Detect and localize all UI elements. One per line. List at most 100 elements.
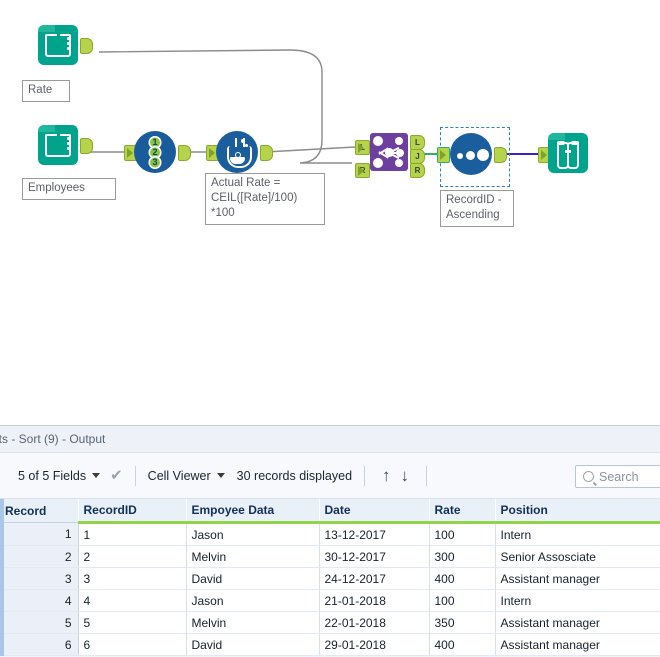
chevron-down-icon[interactable] — [92, 473, 101, 478]
cell-record: 5 — [0, 611, 79, 634]
cell-record: 3 — [0, 567, 79, 590]
join-icon — [370, 133, 408, 171]
cell-date[interactable]: 21-01-2018 — [319, 589, 430, 612]
toolbar-divider — [364, 465, 366, 486]
input-data-icon — [38, 125, 78, 165]
cell-employee-data[interactable]: Melvin — [186, 545, 320, 568]
tool-employees-input[interactable] — [38, 125, 93, 165]
cell-recordid[interactable]: 4 — [78, 589, 187, 612]
annotation-formula: Actual Rate = CEIL([Rate]/100) *100 — [205, 173, 325, 225]
output-anchor[interactable] — [80, 138, 93, 154]
cell-rate[interactable]: 100 — [429, 589, 496, 612]
cell-rate[interactable]: 400 — [429, 633, 496, 656]
row-selection-strip — [0, 499, 4, 656]
output-anchor[interactable] — [178, 145, 191, 161]
table-row[interactable]: 4 4 Jason 21-01-2018 100 Intern — [0, 589, 660, 612]
annotation-sort: RecordID - Ascending — [440, 190, 514, 227]
record-id-icon: 1 2 3 — [134, 131, 176, 173]
results-grid-wrapper: Record RecordID Empoyee Data Date Rate P… — [0, 499, 660, 656]
sort-icon — [450, 133, 492, 175]
cell-rate[interactable]: 350 — [429, 611, 496, 634]
cell-viewer-selector[interactable]: Cell Viewer — [148, 469, 225, 483]
connection-wires — [89, 49, 542, 164]
table-header-row: Record RecordID Empoyee Data Date Rate P… — [0, 499, 660, 524]
output-anchor[interactable] — [260, 145, 273, 161]
output-anchor[interactable] — [80, 38, 93, 54]
cell-record: 6 — [0, 633, 79, 656]
join-input-right[interactable]: R — [355, 163, 370, 178]
cell-date[interactable]: 24-12-2017 — [319, 567, 430, 590]
cell-recordid[interactable]: 2 — [78, 545, 187, 568]
cell-recordid[interactable]: 5 — [78, 611, 187, 634]
cell-rate[interactable]: 300 — [429, 545, 496, 568]
tool-browse[interactable] — [548, 133, 588, 173]
table-row[interactable]: 6 6 David 29-01-2018 400 Assistant manag… — [0, 633, 660, 656]
browse-binoculars-icon — [548, 133, 588, 173]
tool-record-id[interactable]: 1 2 3 — [134, 131, 191, 173]
results-grid[interactable]: Record RecordID Empoyee Data Date Rate P… — [0, 499, 660, 656]
cell-recordid[interactable]: 3 — [78, 567, 187, 590]
table-row[interactable]: 3 3 David 24-12-2017 400 Assistant manag… — [0, 567, 660, 590]
cell-position[interactable]: Intern — [495, 522, 660, 546]
join-output-right[interactable]: R — [410, 163, 425, 178]
cell-rate[interactable]: 100 — [429, 522, 496, 546]
cell-employee-data[interactable]: Jason — [186, 522, 320, 546]
cell-position[interactable]: Assistant manager — [495, 611, 660, 634]
column-header-recordid[interactable]: RecordID — [78, 499, 187, 524]
column-header-employee-data[interactable]: Empoyee Data — [186, 499, 320, 524]
workflow-canvas[interactable]: Rate Employees 1 2 3 Actual Rate = CEIL(… — [0, 0, 660, 425]
column-header-date[interactable]: Date — [319, 499, 430, 524]
cell-position[interactable]: Assistant manager — [495, 567, 660, 590]
cell-record: 4 — [0, 589, 79, 612]
record-id-digit: 3 — [148, 156, 162, 169]
book-icon — [45, 34, 71, 57]
table-row[interactable]: 1 1 Jason 13-12-2017 100 Intern — [0, 522, 660, 546]
cell-employee-data[interactable]: Melvin — [186, 611, 320, 634]
sort-input-anchor[interactable] — [437, 147, 450, 163]
output-anchor[interactable] — [494, 147, 507, 163]
cell-rate[interactable]: 400 — [429, 567, 496, 590]
fields-selector[interactable]: 5 of 5 Fields — [18, 468, 101, 483]
annotation-employees: Employees — [22, 178, 116, 200]
cell-employee-data[interactable]: David — [186, 633, 320, 656]
cell-viewer-label: Cell Viewer — [147, 468, 211, 483]
cell-employee-data[interactable]: David — [186, 567, 320, 590]
tool-formula[interactable] — [216, 131, 273, 173]
cell-employee-data[interactable]: Jason — [186, 589, 320, 612]
cell-recordid[interactable]: 6 — [78, 633, 187, 656]
tool-join[interactable] — [370, 133, 408, 171]
scroll-down-button[interactable]: ↓ — [396, 467, 415, 484]
formula-flask-icon — [216, 131, 258, 173]
table-row[interactable]: 5 5 Melvin 22-01-2018 350 Assistant mana… — [0, 611, 660, 634]
toolbar-divider — [426, 465, 428, 486]
search-placeholder: Search — [599, 469, 639, 484]
results-toolbar: 5 of 5 Fields ✔ Cell Viewer 30 records d… — [0, 453, 660, 499]
cell-record: 1 — [0, 522, 79, 546]
search-input[interactable]: Search — [575, 465, 660, 488]
cell-date[interactable]: 13-12-2017 — [319, 522, 430, 546]
column-header-position[interactable]: Position — [495, 499, 660, 524]
check-icon[interactable]: ✔ — [110, 468, 123, 483]
alteryx-designer-window: Rate Employees 1 2 3 Actual Rate = CEIL(… — [0, 0, 660, 657]
scroll-up-button[interactable]: ↑ — [377, 467, 396, 484]
records-displayed-label: 30 records displayed — [236, 468, 353, 483]
cell-position[interactable]: Assistant manager — [495, 633, 660, 656]
table-row[interactable]: 2 2 Melvin 30-12-2017 300 Senior Assosci… — [0, 545, 660, 568]
column-header-rate[interactable]: Rate — [429, 499, 496, 524]
join-input-left[interactable]: L — [355, 140, 370, 155]
tool-rate-input[interactable] — [38, 25, 93, 65]
chevron-down-icon[interactable] — [216, 473, 225, 478]
results-panel: lts - Sort (9) - Output 5 of 5 Fields ✔ … — [0, 425, 660, 657]
cell-recordid[interactable]: 1 — [78, 522, 187, 546]
join-output-join[interactable]: J — [410, 149, 425, 164]
cell-position[interactable]: Senior Assosciate — [495, 545, 660, 568]
fields-label: 5 of 5 Fields — [18, 468, 87, 483]
cell-date[interactable]: 29-01-2018 — [319, 633, 430, 656]
cell-date[interactable]: 30-12-2017 — [319, 545, 430, 568]
join-output-left[interactable]: L — [410, 135, 425, 150]
cell-position[interactable]: Intern — [495, 589, 660, 612]
toolbar-divider — [134, 465, 136, 486]
cell-date[interactable]: 22-01-2018 — [319, 611, 430, 634]
column-header-record[interactable]: Record — [0, 499, 79, 523]
tool-sort[interactable] — [450, 133, 507, 175]
